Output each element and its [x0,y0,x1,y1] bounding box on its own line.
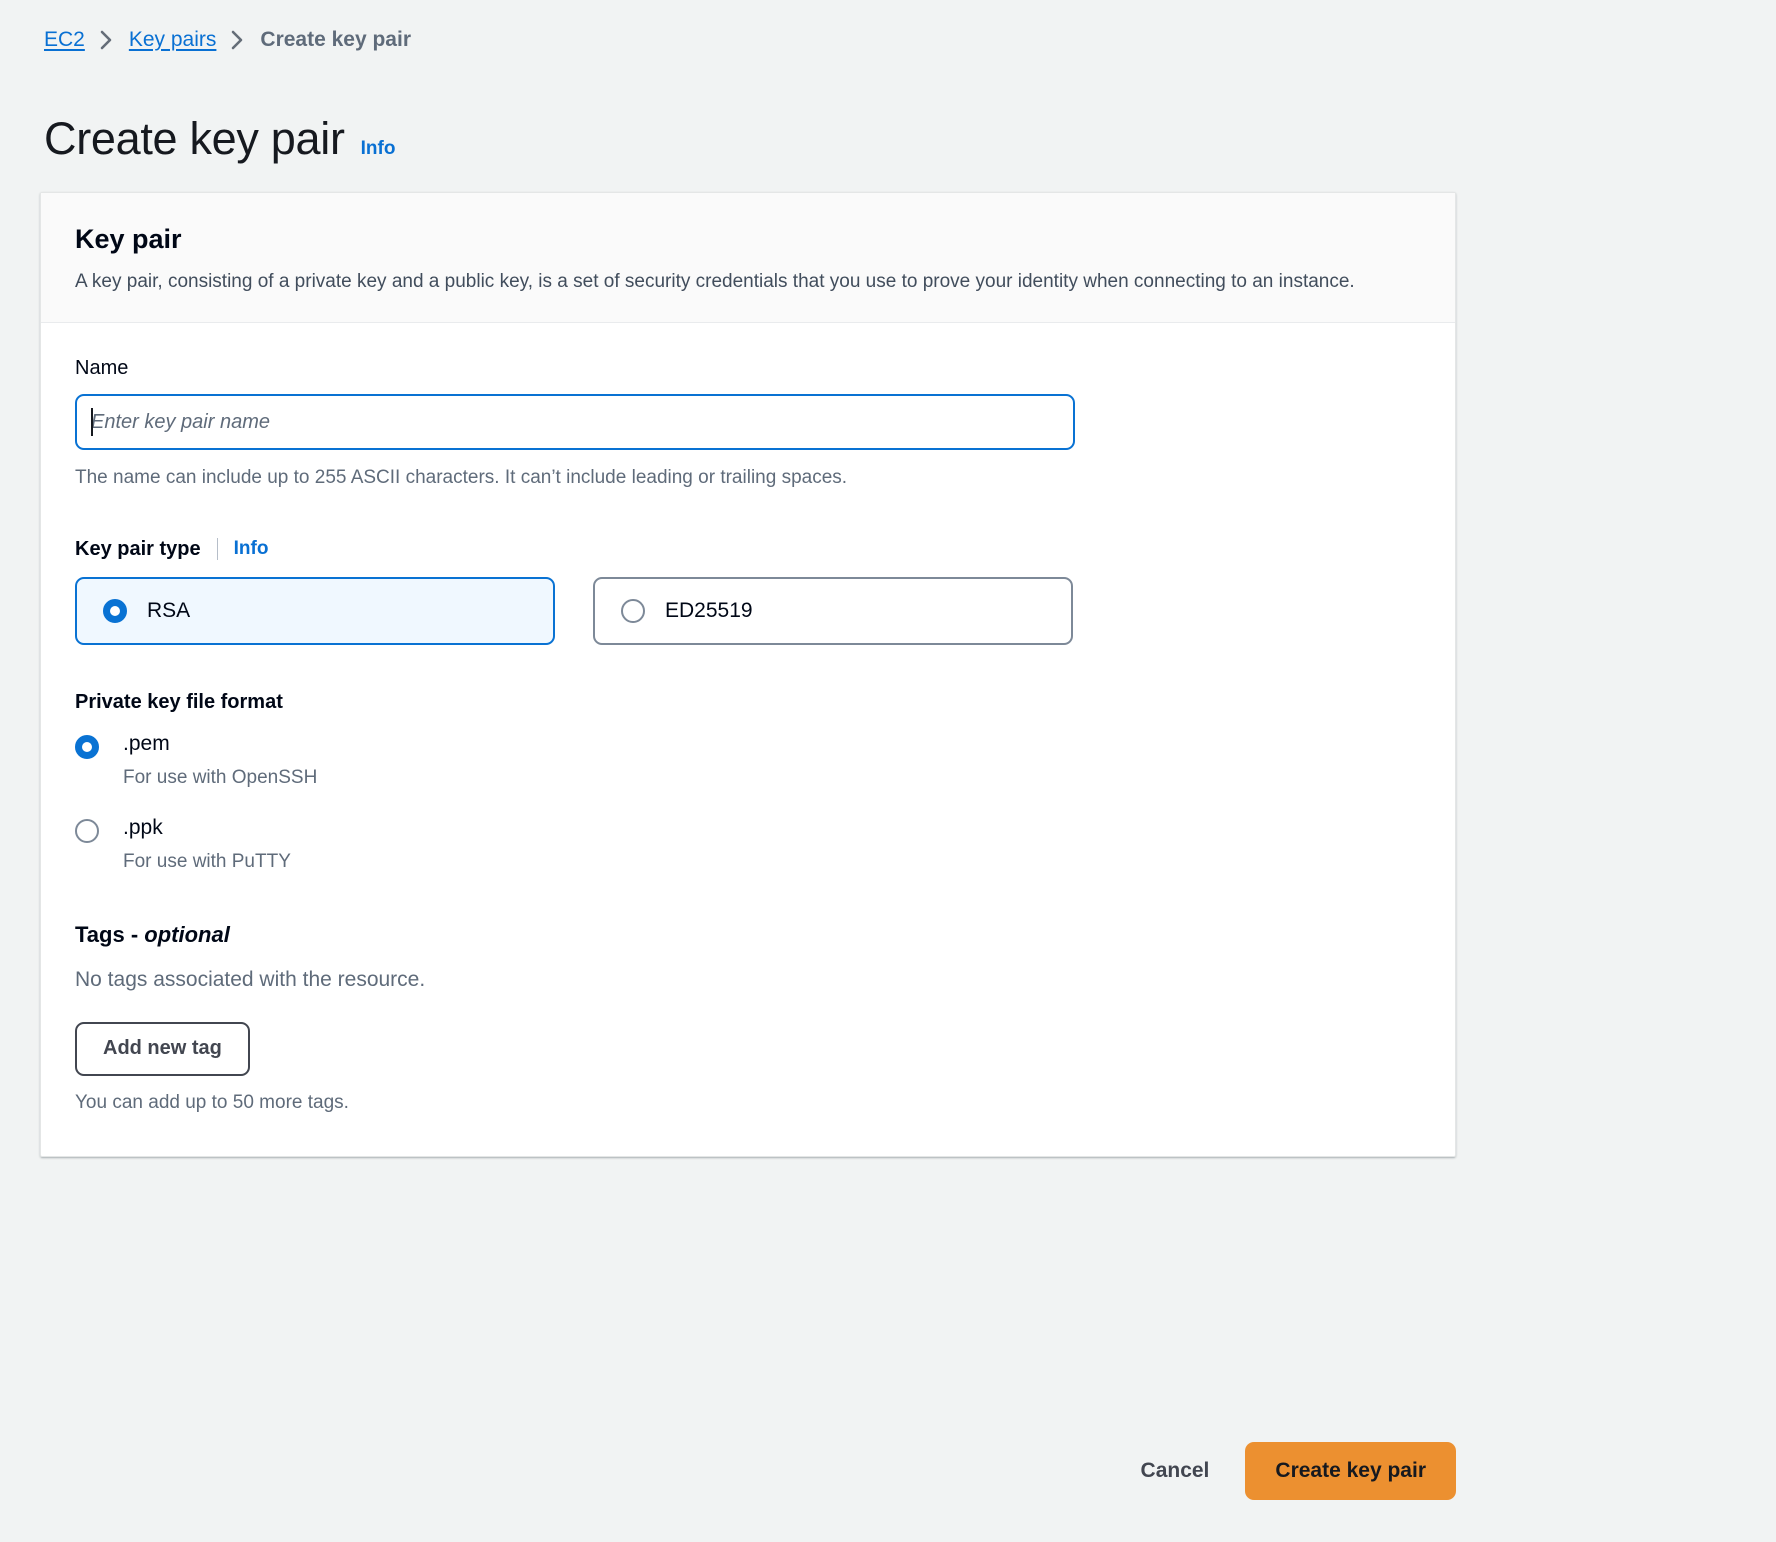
tags-heading: Tags - optional [75,922,1421,948]
private-key-format-options: .pem For use with OpenSSH .ppk For use w… [75,732,1421,874]
add-new-tag-button[interactable]: Add new tag [75,1022,250,1076]
key-pair-type-option-rsa[interactable]: RSA [75,577,555,645]
radio-texts: .pem For use with OpenSSH [123,732,317,790]
name-field-label: Name [75,357,1421,380]
card-header: Key pair A key pair, consisting of a pri… [41,193,1455,323]
breadcrumb: EC2 Key pairs Create key pair [0,0,1776,52]
card-description: A key pair, consisting of a private key … [75,269,1421,296]
radio-texts: .ppk For use with PuTTY [123,816,291,874]
chevron-right-icon [99,29,115,51]
name-constraint-text: The name can include up to 255 ASCII cha… [75,465,1421,492]
name-field-group: Name The name can include up to 255 ASCI… [75,357,1421,492]
radio-label: .ppk [123,816,291,840]
private-key-format-option-pem[interactable]: .pem For use with OpenSSH [75,732,1421,790]
key-pair-type-label-row: Key pair type Info [75,538,1421,561]
breadcrumb-item-ec2[interactable]: EC2 [44,28,85,52]
tags-limit-note: You can add up to 50 more tags. [75,1092,1421,1114]
key-pair-type-option-ed25519[interactable]: ED25519 [593,577,1073,645]
tags-heading-optional: optional [144,922,230,947]
radio-description: For use with OpenSSH [123,767,317,790]
radio-icon [75,819,99,843]
tags-heading-main: Tags - [75,922,144,947]
private-key-format-label: Private key file format [75,691,1421,714]
label-divider [217,538,218,560]
key-pair-type-tiles: RSA ED25519 [75,577,1421,645]
key-pair-type-info-link[interactable]: Info [234,538,269,560]
breadcrumb-item-key-pairs[interactable]: Key pairs [129,28,217,52]
breadcrumb-item-current: Create key pair [260,28,411,52]
tags-group: Tags - optional No tags associated with … [75,922,1421,1114]
radio-label: .pem [123,732,317,756]
chevron-right-icon [230,29,246,51]
key-pair-type-group: Key pair type Info RSA ED25519 [75,538,1421,645]
name-input-wrapper [75,394,1075,450]
page-title: Create key pair [44,116,345,161]
card-title: Key pair [75,223,1421,255]
key-pair-type-option-label: ED25519 [665,599,753,623]
private-key-format-option-ppk[interactable]: .ppk For use with PuTTY [75,816,1421,874]
key-pair-name-input[interactable] [75,394,1075,450]
page-info-link[interactable]: Info [361,138,396,160]
private-key-format-group: Private key file format .pem For use wit… [75,691,1421,874]
key-pair-type-option-label: RSA [147,599,190,623]
radio-icon [75,735,99,759]
create-key-pair-button[interactable]: Create key pair [1245,1442,1456,1500]
create-key-pair-page: EC2 Key pairs Create key pair Create key… [0,0,1776,1542]
card-body: Name The name can include up to 255 ASCI… [41,323,1455,1155]
radio-icon [103,599,127,623]
tags-empty-text: No tags associated with the resource. [75,968,1421,992]
cancel-button[interactable]: Cancel [1115,1444,1236,1498]
radio-icon [621,599,645,623]
radio-description: For use with PuTTY [123,851,291,874]
page-title-row: Create key pair Info [0,52,1776,132]
key-pair-type-label: Key pair type [75,538,201,561]
key-pair-card: Key pair A key pair, consisting of a pri… [40,192,1456,1157]
form-actions: Cancel Create key pair [40,1442,1456,1500]
